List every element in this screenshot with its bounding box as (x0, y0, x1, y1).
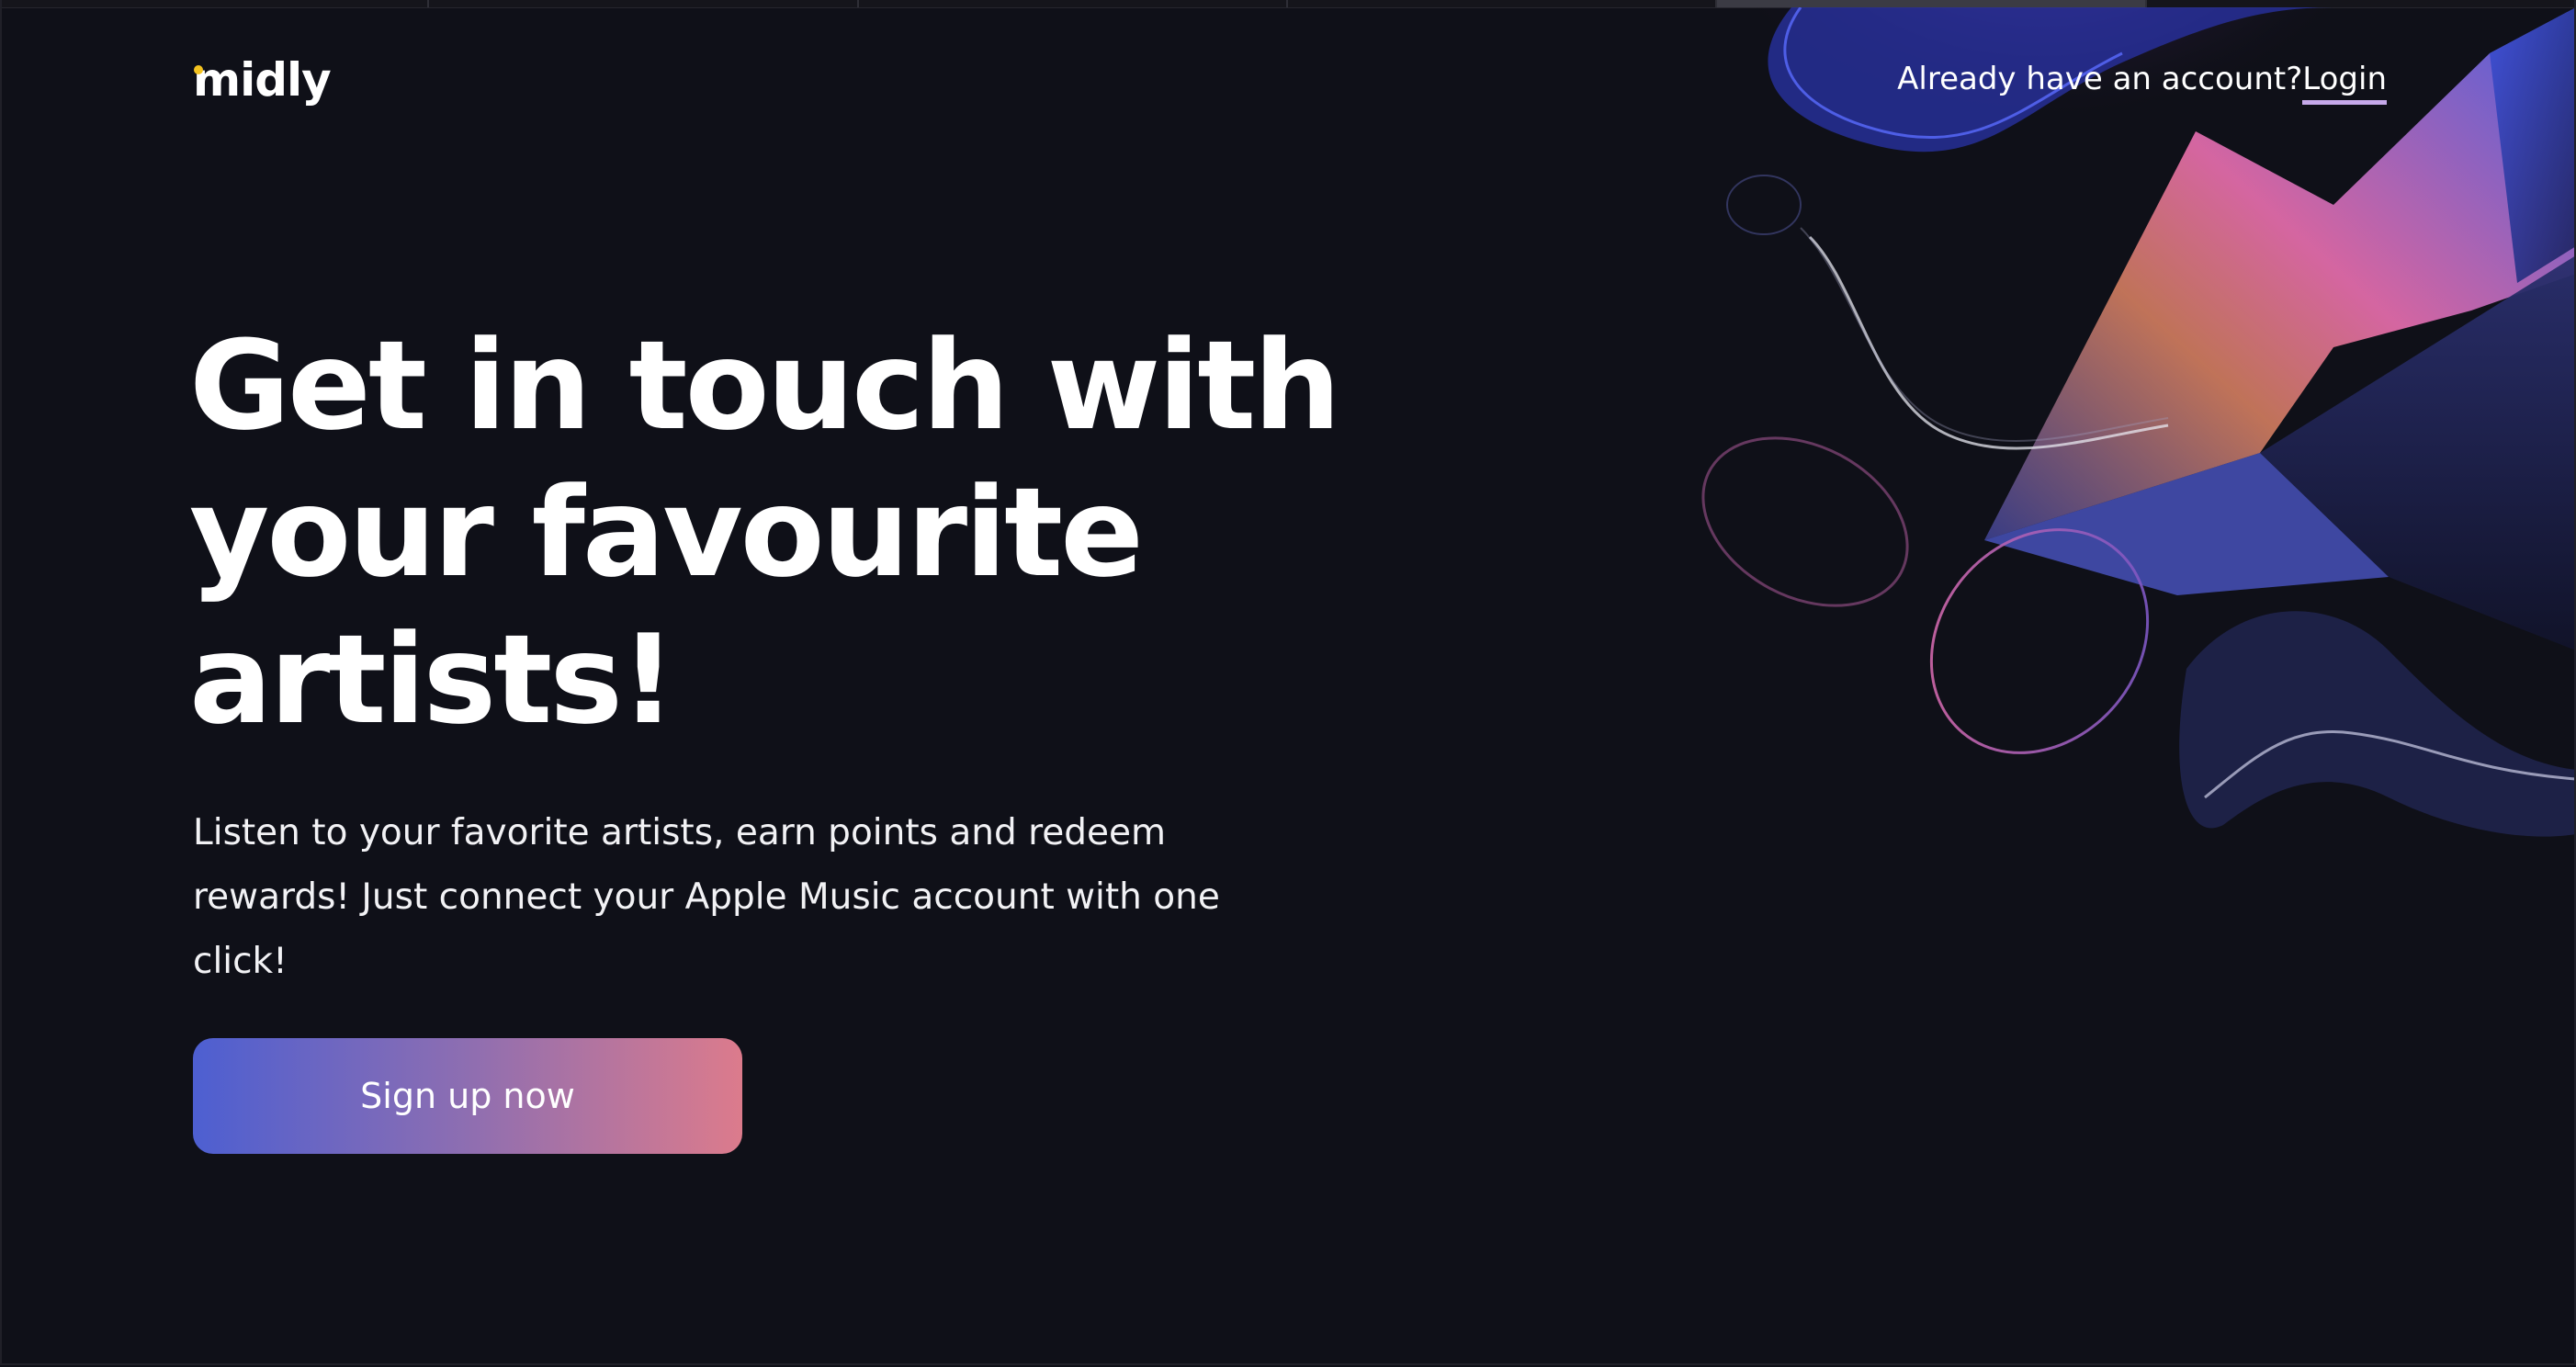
tab-strip-segment (2147, 0, 2576, 7)
sign-up-button[interactable]: Sign up now (193, 1038, 742, 1154)
tab-strip-segment (859, 0, 1288, 7)
login-prompt: Already have an account? Login (1897, 61, 2387, 105)
tab-strip-segment (1288, 0, 1718, 7)
hero-abstract-artwork (1701, 7, 2576, 837)
logo-dot-icon (194, 65, 203, 74)
hero-title-line: artists! (189, 608, 676, 751)
tab-strip-segment-active (1717, 0, 2147, 7)
hero-title: Get in touch with your favourite artists… (189, 312, 1384, 753)
brand-logo[interactable]: midly (193, 53, 332, 118)
art-mid-ring (1701, 436, 1909, 607)
login-link[interactable]: Login (2302, 61, 2387, 105)
art-bottom-wave (2179, 611, 2576, 837)
hero-title-line: Get in touch with (189, 314, 1341, 458)
hero-subtitle: Listen to your favorite artists, earn po… (193, 812, 1220, 982)
hero-title-line: your favourite (189, 461, 1144, 604)
login-prompt-text: Already have an account? (1897, 61, 2303, 97)
brand-name: midly (193, 53, 332, 107)
tab-strip-segment (429, 0, 859, 7)
tab-strip-segment (0, 0, 430, 7)
brand-logo-text: midly (193, 53, 332, 107)
